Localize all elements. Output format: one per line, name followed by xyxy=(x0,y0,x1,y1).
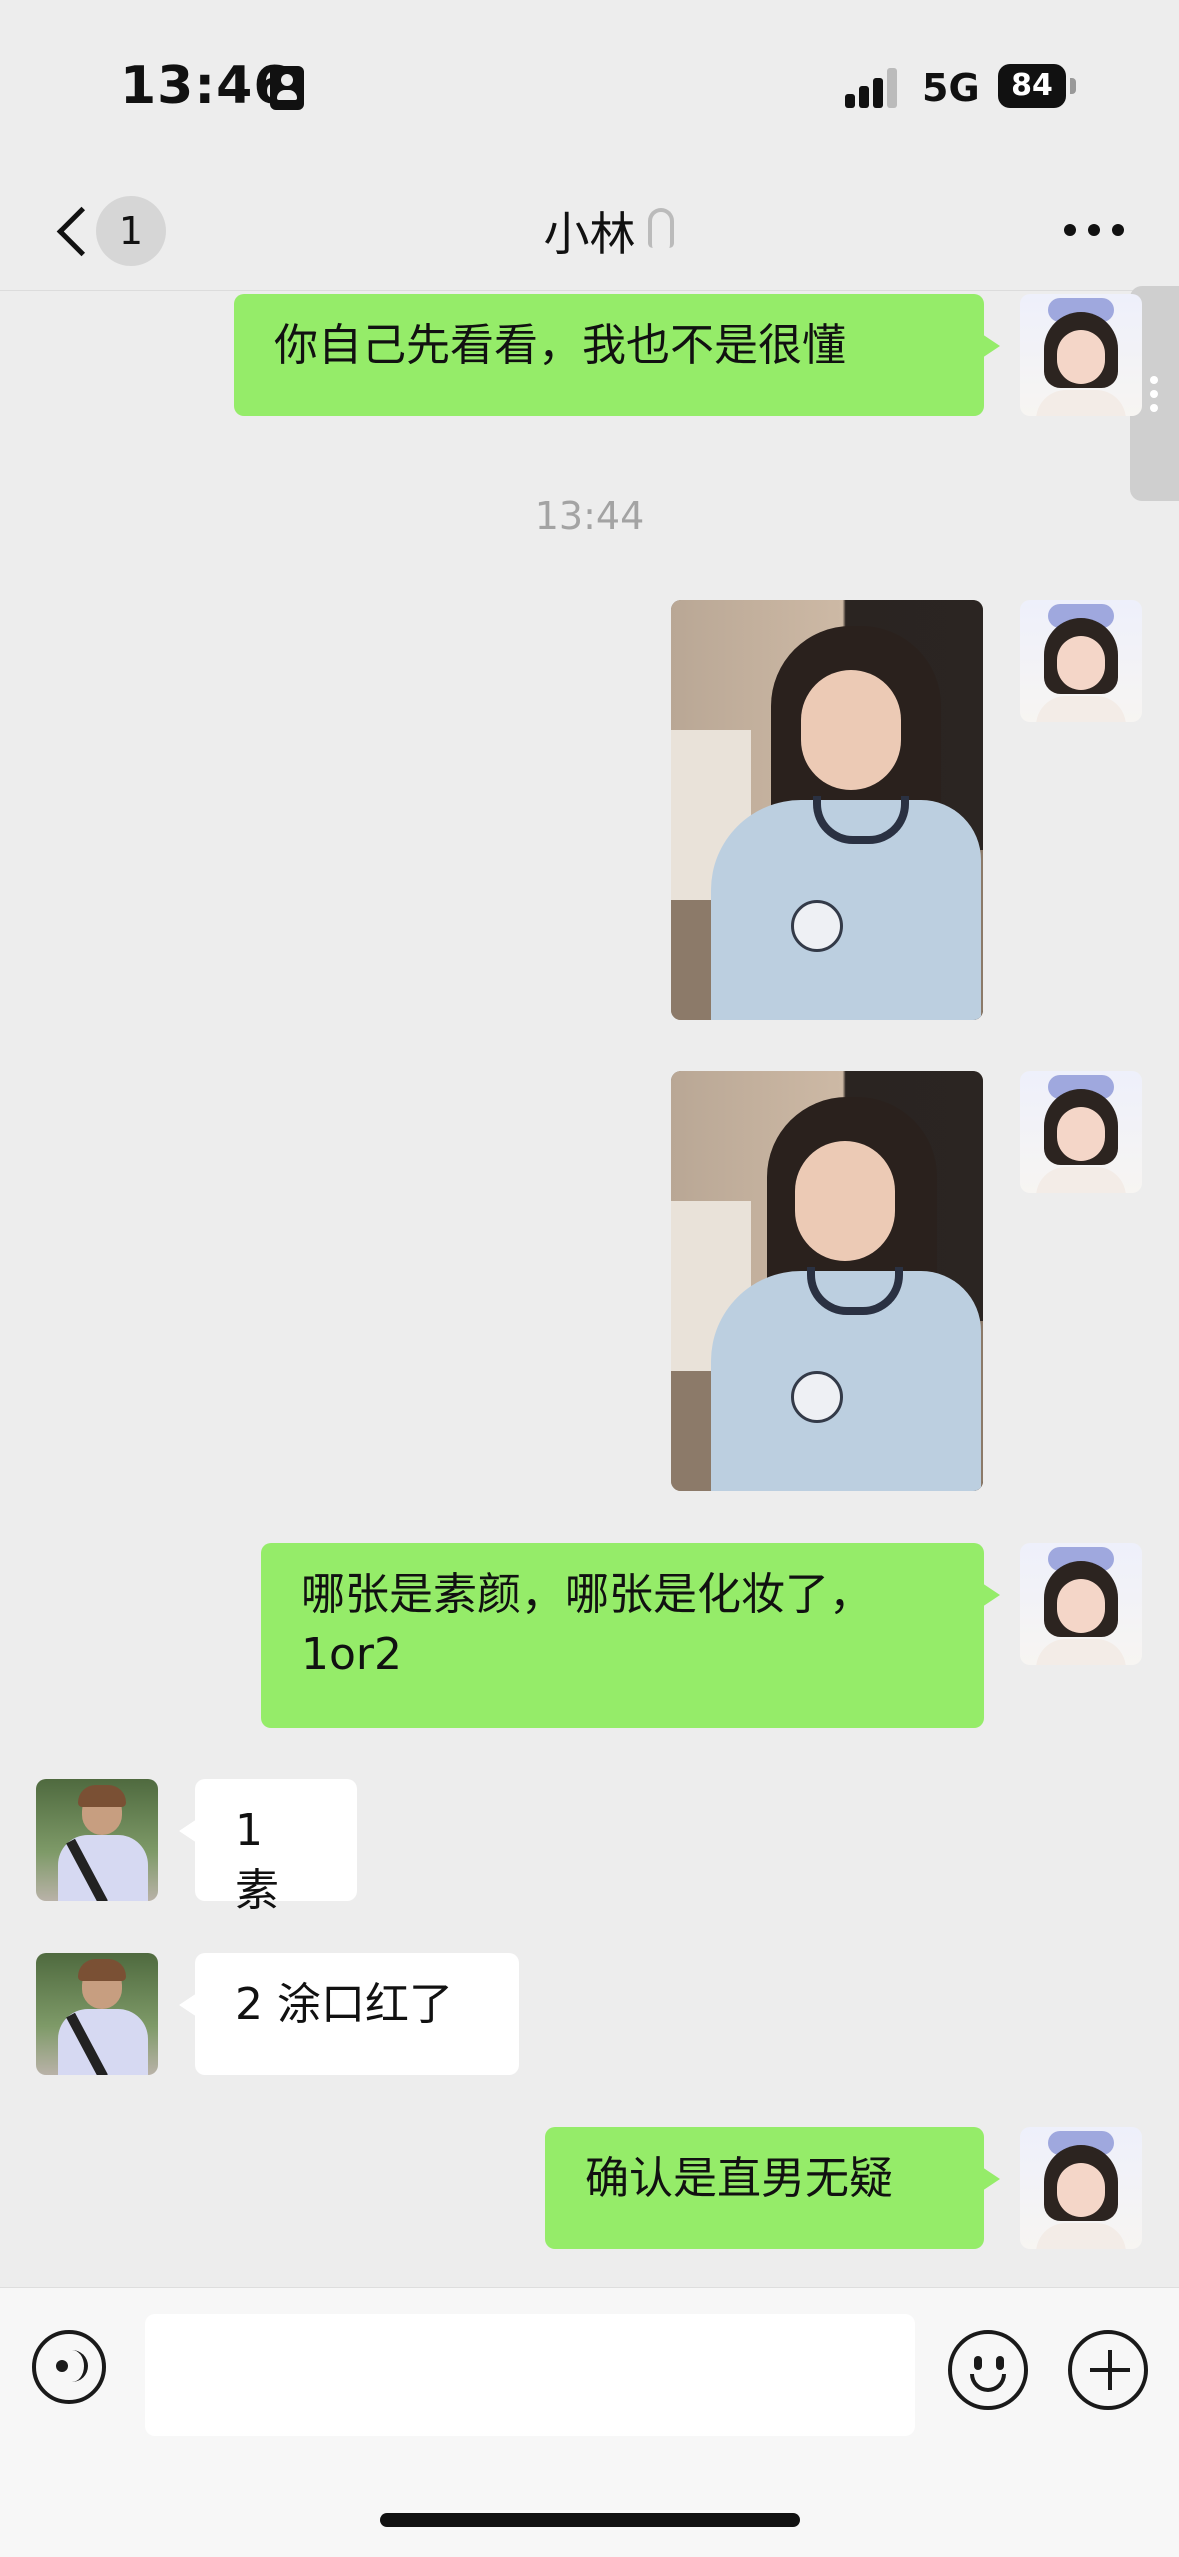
message-bubble-sent[interactable]: 确认是直男无疑 xyxy=(545,2127,1000,2249)
photo-message[interactable] xyxy=(671,1071,983,1491)
my-avatar[interactable] xyxy=(1020,2127,1142,2249)
voice-icon[interactable] xyxy=(32,2330,106,2404)
my-avatar[interactable] xyxy=(1020,1071,1142,1193)
message-bubble-received[interactable]: 1 素 xyxy=(179,1779,357,1916)
battery-cap xyxy=(1070,78,1076,94)
photo-message[interactable] xyxy=(671,600,983,1020)
my-avatar[interactable] xyxy=(1020,600,1142,722)
contact-card-icon xyxy=(270,66,304,110)
message-text: 你自己先看看，我也不是很懂 xyxy=(274,320,846,371)
message-bubble-sent[interactable]: 哪张是素颜，哪张是化妆了， 1or2 xyxy=(261,1543,1000,1728)
contact-avatar[interactable] xyxy=(36,1953,158,2075)
chat-header: 1 小林 xyxy=(0,170,1179,291)
message-text: 2 涂口红了 xyxy=(235,1979,453,2030)
ear-icon xyxy=(648,208,674,248)
message-bubble-sent[interactable]: 你自己先看看，我也不是很懂 xyxy=(234,294,1000,416)
chat-title: 小林 xyxy=(543,207,636,261)
message-bubble-received[interactable]: 2 涂口红了 xyxy=(179,1953,519,2075)
home-indicator[interactable] xyxy=(380,2513,800,2527)
my-avatar[interactable] xyxy=(1020,294,1142,416)
emoji-icon[interactable] xyxy=(948,2330,1028,2410)
network-type: 5G xyxy=(922,66,980,110)
status-bar: 13:46 5G 84 xyxy=(0,0,1179,170)
message-text: 确认是直男无疑 xyxy=(585,2153,893,2204)
message-text-line: 哪张是素颜，哪张是化妆了， xyxy=(301,1569,873,1620)
message-input[interactable] xyxy=(145,2314,915,2436)
message-text: 1 素 xyxy=(235,1805,279,1916)
more-options-icon[interactable] xyxy=(1064,222,1124,238)
contact-avatar[interactable] xyxy=(36,1779,158,1901)
message-text-line: 1or2 xyxy=(301,1629,402,1680)
plus-icon[interactable] xyxy=(1068,2330,1148,2410)
my-avatar[interactable] xyxy=(1020,1543,1142,1665)
signal-strength-icon xyxy=(845,68,903,108)
battery-icon: 84 xyxy=(998,64,1066,108)
status-time: 13:46 xyxy=(120,56,291,116)
message-timestamp: 13:44 xyxy=(534,494,645,538)
